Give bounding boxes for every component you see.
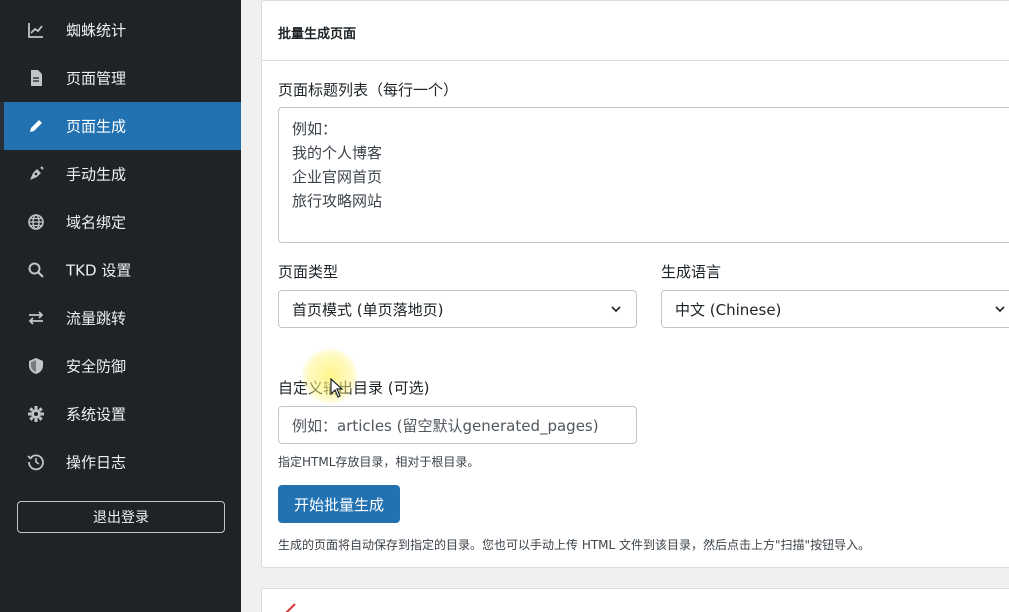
sidebar-item-label: TKD 设置 <box>66 261 132 280</box>
search-icon <box>26 260 46 280</box>
sidebar-item-label: 手动生成 <box>66 165 127 184</box>
sidebar-item-label: 域名绑定 <box>66 213 127 232</box>
swap-arrows-icon <box>26 308 46 328</box>
sidebar-item-page-manage[interactable]: 页面管理 <box>0 54 241 102</box>
sidebar-item-label: 系统设置 <box>66 405 127 424</box>
sidebar-item-tkd-settings[interactable]: TKD 设置 <box>0 246 241 294</box>
chevron-down-icon <box>611 306 621 313</box>
sidebar-item-traffic-redirect[interactable]: 流量跳转 <box>0 294 241 342</box>
sidebar-item-operation-log[interactable]: 操作日志 <box>0 438 241 486</box>
pencil-icon <box>26 116 46 136</box>
page-type-label: 页面类型 <box>278 263 339 281</box>
line-chart-icon <box>26 20 46 40</box>
globe-icon <box>26 212 46 232</box>
output-dir-label: 自定义输出目录 (可选) <box>278 379 430 397</box>
sidebar-item-label: 页面生成 <box>66 117 127 136</box>
titles-label: 页面标题列表（每行一个） <box>278 81 459 99</box>
shield-icon <box>26 356 46 376</box>
card-header: 批量生成页面 <box>262 1 1009 61</box>
sidebar-item-page-generate[interactable]: 页面生成 <box>0 102 241 150</box>
output-dir-hint: 指定HTML存放目录，相对于根目录。 <box>278 455 480 469</box>
gear-icon <box>26 404 46 424</box>
page-type-select[interactable]: 首页模式 (单页落地页) <box>278 290 637 328</box>
language-select[interactable]: 中文 (Chinese) <box>661 290 1009 328</box>
rocket-icon <box>285 603 296 612</box>
file-icon <box>26 68 46 88</box>
sidebar-item-system-settings[interactable]: 系统设置 <box>0 390 241 438</box>
sidebar-item-domain-bind[interactable]: 域名绑定 <box>0 198 241 246</box>
start-batch-generate-button[interactable]: 开始批量生成 <box>278 485 400 523</box>
titles-textarea[interactable]: 例如： 我的个人博客 企业官网首页 旅行攻略网站 <box>278 107 1009 243</box>
sidebar-item-label: 页面管理 <box>66 69 127 88</box>
batch-generate-card: 批量生成页面 页面标题列表（每行一个） 例如： 我的个人博客 企业官网首页 旅行… <box>261 0 1009 568</box>
cursor-arrow-icon <box>330 378 344 398</box>
sidebar-item-label: 蜘蛛统计 <box>66 21 127 40</box>
language-value: 中文 (Chinese) <box>675 300 782 319</box>
sidebar: 蜘蛛统计 页面管理 页面生成 手动生成 域名绑定 TKD 设置 流量跳转 安全防… <box>0 0 241 612</box>
footer-note: 生成的页面将自动保存到指定的目录。您也可以手动上传 HTML 文件到该目录，然后… <box>278 538 871 552</box>
sidebar-item-label: 操作日志 <box>66 453 127 472</box>
logout-button[interactable]: 退出登录 <box>17 501 225 533</box>
chevron-down-icon <box>995 306 1005 313</box>
sidebar-item-spider-stats[interactable]: 蜘蛛统计 <box>0 6 241 54</box>
sidebar-item-label: 安全防御 <box>66 357 127 376</box>
output-dir-input[interactable]: 例如：articles (留空默认generated_pages) <box>278 406 637 444</box>
history-icon <box>26 452 46 472</box>
page-type-value: 首页模式 (单页落地页) <box>292 300 444 319</box>
sidebar-item-manual-generate[interactable]: 手动生成 <box>0 150 241 198</box>
secondary-card <box>261 588 1009 612</box>
sidebar-item-label: 流量跳转 <box>66 309 127 328</box>
card-title: 批量生成页面 <box>278 27 357 42</box>
language-label: 生成语言 <box>661 263 722 281</box>
sidebar-item-security[interactable]: 安全防御 <box>0 342 241 390</box>
pen-nib-icon <box>26 164 46 184</box>
